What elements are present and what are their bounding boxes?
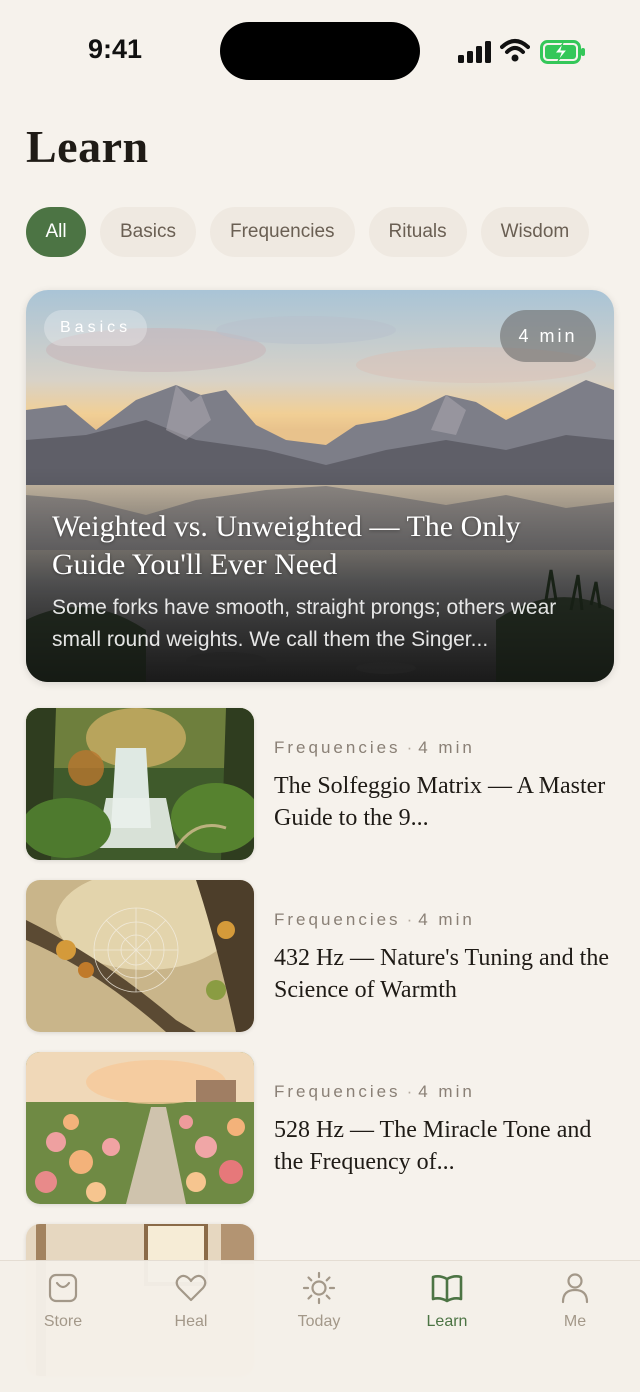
status-bar: 9:41 — [0, 0, 640, 100]
filter-chip-frequencies[interactable]: Frequencies — [209, 207, 355, 257]
article-category: Frequencies — [274, 910, 401, 929]
filter-chips: All Basics Frequencies Rituals Wisdom — [26, 207, 590, 257]
tab-learn[interactable]: Learn — [397, 1271, 497, 1341]
book-icon — [431, 1275, 463, 1303]
filter-chip-all[interactable]: All — [26, 207, 86, 257]
filter-chip-wisdom[interactable]: Wisdom — [480, 207, 590, 257]
article-title: 432 Hz — Nature's Tuning and the Science… — [274, 945, 609, 1003]
tab-label: Store — [43, 1313, 83, 1330]
article-duration: 4 min — [418, 738, 475, 757]
status-time: 9:41 — [88, 34, 143, 64]
article-meta: Frequencies · 4 min — [274, 738, 475, 758]
article-meta: Frequencies · 4 min — [274, 910, 475, 930]
dynamic-island — [220, 22, 420, 80]
tab-today[interactable]: Today — [269, 1271, 369, 1341]
tab-label: Learn — [426, 1313, 468, 1330]
tab-store[interactable]: Store — [13, 1271, 113, 1341]
tab-label: Heal — [174, 1313, 208, 1330]
article-duration: 4 min — [418, 910, 475, 929]
tab-label: Today — [297, 1313, 341, 1330]
page-title: Learn — [26, 121, 149, 172]
article-row[interactable]: Frequencies · 4 min 432 Hz — Nature's Tuni… — [26, 880, 614, 1032]
battery-charging-icon — [540, 40, 585, 64]
filter-chip-basics[interactable]: Basics — [100, 207, 196, 257]
person-icon — [561, 1273, 589, 1304]
article-title: 528 Hz — The Miracle Tone and the Freque… — [274, 1117, 592, 1175]
article-duration: 4 min — [418, 1082, 475, 1101]
bag-icon — [48, 1273, 78, 1303]
article-category: Frequencies — [274, 1082, 401, 1101]
tab-me[interactable]: Me — [525, 1271, 625, 1341]
article-thumbnail-waterfall — [26, 708, 254, 860]
article-row[interactable]: Frequencies · 4 min 528 Hz — The Miracle T… — [26, 1052, 614, 1204]
featured-category-badge: Basics — [44, 310, 148, 346]
sun-icon — [302, 1271, 336, 1305]
featured-article-card[interactable]: Basics 4 min Weighted vs. Unweighted — T… — [26, 290, 614, 682]
cellular-signal-icon — [458, 41, 491, 63]
article-thumbnail-rose-garden — [26, 1052, 254, 1204]
article-thumbnail-spiderweb — [26, 880, 254, 1032]
filter-chip-rituals[interactable]: Rituals — [368, 207, 467, 257]
bottom-tab-bar: Store Heal Today Learn Me — [0, 1260, 640, 1392]
featured-title: Weighted vs. Unweighted — The Only Guide… — [52, 510, 521, 581]
meta-separator: · — [406, 1082, 413, 1101]
tab-label: Me — [563, 1313, 587, 1330]
article-category: Frequencies — [274, 738, 401, 757]
meta-separator: · — [406, 738, 413, 757]
featured-description: Some forks have smooth, straight prongs;… — [52, 596, 557, 651]
article-meta: Frequencies · 4 min — [274, 1082, 475, 1102]
featured-duration-badge: 4 min — [500, 310, 596, 362]
wifi-icon — [500, 39, 530, 62]
heart-icon — [175, 1274, 207, 1302]
article-row[interactable]: Frequencies · 4 min The Solfeggio Matrix —… — [26, 708, 614, 860]
article-title: The Solfeggio Matrix — A Master Guide to… — [274, 773, 606, 831]
tab-heal[interactable]: Heal — [141, 1271, 241, 1341]
meta-separator: · — [406, 910, 413, 929]
